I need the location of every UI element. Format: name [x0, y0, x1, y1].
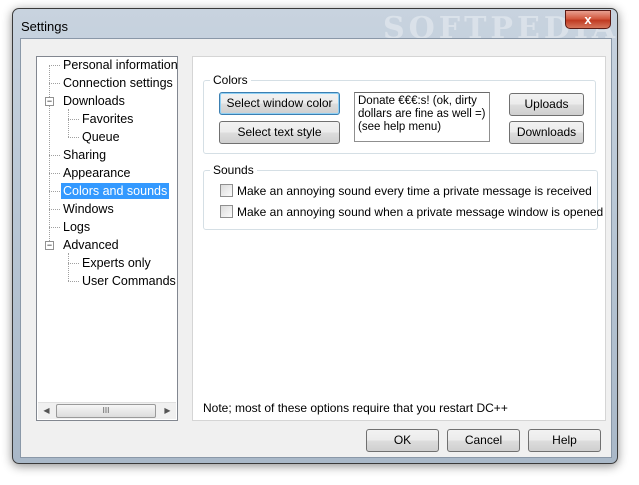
uploads-button[interactable]: Uploads — [509, 93, 584, 116]
tree-item-sharing[interactable]: Sharing — [61, 147, 108, 163]
grip-icon: III — [102, 406, 110, 415]
tree-connector-line — [49, 191, 60, 192]
collapse-icon[interactable]: − — [45, 97, 54, 106]
sound-on-private-message-option[interactable]: Make an annoying sound every time a priv… — [220, 184, 592, 200]
sound-on-private-window-option[interactable]: Make an annoying sound when a private me… — [220, 205, 603, 221]
sound-on-private-message-checkbox[interactable] — [220, 184, 233, 197]
scroll-thumb[interactable]: III — [56, 404, 156, 418]
tree-item-user-commands[interactable]: User Commands — [80, 273, 178, 289]
colors-group-label: Colors — [210, 73, 251, 87]
tree-item-favorites[interactable]: Favorites — [80, 111, 135, 127]
tree-connector-line — [49, 227, 60, 228]
ok-button[interactable]: OK — [366, 429, 439, 452]
checkbox-label: Make an annoying sound every time a priv… — [237, 184, 592, 198]
dialog-client-area: − − Personal information Connection sett… — [20, 38, 612, 458]
tree-connector-line — [49, 65, 50, 241]
scroll-right-icon[interactable]: ▶ — [159, 403, 176, 419]
tree-connector-line — [68, 253, 69, 281]
sounds-group: Sounds Make an annoying sound every time… — [203, 163, 603, 230]
tree-item-connection-settings[interactable]: Connection settings — [61, 75, 175, 91]
window-title: Settings — [21, 19, 68, 34]
title-bar[interactable]: Settings SOFTPEDIA x — [13, 9, 617, 46]
tree-item-personal-information[interactable]: Personal information — [61, 57, 180, 73]
tree-item-queue[interactable]: Queue — [80, 129, 122, 145]
tree-connector-line — [68, 119, 79, 120]
close-button[interactable]: x — [565, 10, 611, 29]
tree-item-windows[interactable]: Windows — [61, 201, 116, 217]
colors-group: Colors Select window color Select text s… — [203, 73, 596, 154]
tree-connector-line — [68, 109, 69, 137]
settings-tree[interactable]: − − Personal information Connection sett… — [36, 56, 178, 421]
settings-page: Colors Select window color Select text s… — [192, 56, 606, 421]
tree-connector-line — [68, 281, 79, 282]
tree-item-logs[interactable]: Logs — [61, 219, 92, 235]
sounds-group-label: Sounds — [210, 163, 257, 177]
tree-connector-line — [49, 155, 60, 156]
tree-item-downloads[interactable]: Downloads — [61, 93, 127, 109]
tree-connector-line — [49, 83, 60, 84]
tree-connector-line — [49, 209, 60, 210]
settings-window: Settings SOFTPEDIA x − − Personal inform… — [12, 8, 618, 464]
collapse-icon[interactable]: − — [45, 241, 54, 250]
tree-item-advanced[interactable]: Advanced — [61, 237, 121, 253]
tree-connector-line — [68, 137, 79, 138]
close-icon: x — [584, 12, 592, 27]
downloads-button[interactable]: Downloads — [509, 121, 584, 144]
restart-note: Note; most of these options require that… — [203, 401, 508, 415]
tree-connector-line — [49, 173, 60, 174]
cancel-button[interactable]: Cancel — [447, 429, 520, 452]
tree-item-experts-only[interactable]: Experts only — [80, 255, 153, 271]
sound-on-private-window-checkbox[interactable] — [220, 205, 233, 218]
color-preview-text: Donate €€€:s! (ok, dirty dollars are fin… — [354, 92, 490, 142]
tree-connector-line — [49, 65, 60, 66]
tree-item-colors-and-sounds[interactable]: Colors and sounds — [61, 183, 170, 199]
tree-connector-line — [68, 263, 79, 264]
help-button[interactable]: Help — [528, 429, 601, 452]
tree-item-appearance[interactable]: Appearance — [61, 165, 132, 181]
select-text-style-button[interactable]: Select text style — [219, 121, 340, 144]
select-window-color-button[interactable]: Select window color — [219, 92, 340, 115]
checkbox-label: Make an annoying sound when a private me… — [237, 205, 604, 219]
scroll-left-icon[interactable]: ◀ — [38, 403, 55, 419]
tree-horizontal-scrollbar[interactable]: ◀ III ▶ — [38, 402, 176, 419]
